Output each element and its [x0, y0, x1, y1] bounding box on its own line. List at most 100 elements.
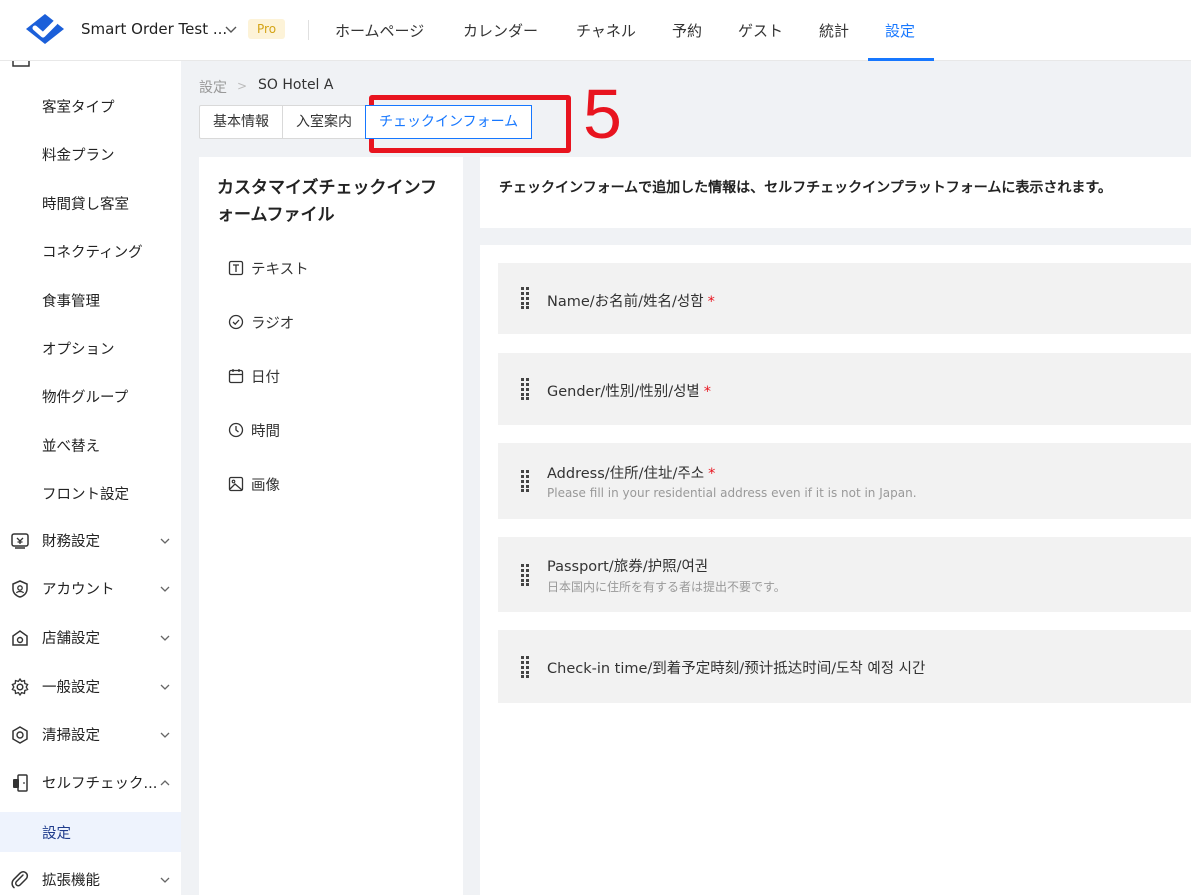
- form-field-checkin-time[interactable]: Check-in time/到着予定時刻/预计抵达时间/도착 예정 시간: [498, 630, 1191, 703]
- required-mark: *: [703, 384, 712, 400]
- nav-home[interactable]: ホームページ: [335, 20, 424, 41]
- sidebar-group-store[interactable]: 店舗設定: [0, 618, 181, 658]
- field-label: Check-in time/到着予定時刻/预计抵达时间/도착 예정 시간: [547, 661, 926, 677]
- sidebar-item-room-type[interactable]: 客室タイプ: [42, 96, 115, 117]
- paperclip-icon: [11, 871, 29, 889]
- breadcrumb-root[interactable]: 設定: [199, 77, 227, 97]
- pro-badge: Pro: [248, 19, 286, 39]
- palette-item-image[interactable]: 画像: [228, 473, 280, 495]
- chevron-down-icon: [160, 635, 170, 641]
- sidebar-group-general[interactable]: 一般設定: [0, 667, 181, 707]
- info-banner: チェックインフォームで追加した情報は、セルフチェックインプラットフォームに表示さ…: [480, 157, 1191, 228]
- settings-tabs: 基本情報 入室案内 チェックインフォーム: [199, 105, 533, 139]
- field-label: Passport/旅券/护照/여권: [547, 559, 709, 575]
- calendar-icon: [228, 369, 244, 384]
- nav-statistics[interactable]: 統計: [819, 20, 849, 41]
- sidebar-item-option[interactable]: オプション: [42, 338, 115, 359]
- app-logo-icon[interactable]: [24, 12, 66, 46]
- palette-item-date[interactable]: 日付: [228, 365, 280, 387]
- sidebar-item-hourly-room[interactable]: 時間貸し客室: [42, 193, 129, 214]
- drag-handle-icon[interactable]: [520, 470, 530, 492]
- sidebar-item-meal[interactable]: 食事管理: [42, 290, 100, 311]
- chevron-down-icon: [160, 877, 170, 883]
- nav-calendar[interactable]: カレンダー: [463, 20, 538, 41]
- field-description: 日本国内に住所を有する者は提出不要です。: [547, 580, 786, 594]
- sidebar-item-sort[interactable]: 並べ替え: [42, 435, 100, 456]
- self-checkin-icon: [13, 774, 28, 792]
- palette-item-time[interactable]: 時間: [228, 419, 280, 441]
- palette-item-radio[interactable]: ラジオ: [228, 311, 294, 333]
- sidebar-group-label: セルフチェック...: [42, 776, 158, 792]
- drag-handle-icon[interactable]: [520, 564, 530, 586]
- finance-icon: [11, 533, 29, 549]
- field-palette: カスタマイズチェックインフォームファイル テキスト ラジオ 日付 時間 画像: [199, 157, 463, 895]
- palette-item-text[interactable]: テキスト: [228, 257, 309, 279]
- tab-entry-guide[interactable]: 入室案内: [282, 105, 366, 139]
- form-field-gender[interactable]: Gender/性別/性别/성별 *: [498, 353, 1191, 425]
- sidebar-group-label: 一般設定: [42, 680, 100, 696]
- sidebar-item-rate-plan[interactable]: 料金プラン: [42, 144, 115, 165]
- field-description: Please fill in your residential address …: [547, 486, 917, 500]
- annotation-step-number: 5: [583, 75, 622, 153]
- sidebar: 客室タイプ 料金プラン 時間貸し客室 コネクティング 食事管理 オプション 物件…: [0, 61, 181, 895]
- palette-item-label: 画像: [251, 477, 280, 494]
- sidebar-group-account[interactable]: アカウント: [0, 569, 181, 609]
- sidebar-group-label: 清掃設定: [42, 728, 100, 744]
- nav-reservation[interactable]: 予約: [672, 20, 702, 41]
- header-divider: [308, 20, 309, 40]
- sidebar-group-label: アカウント: [42, 582, 115, 598]
- palette-item-label: ラジオ: [251, 315, 295, 332]
- sidebar-item-front-desk[interactable]: フロント設定: [42, 483, 129, 504]
- store-icon: [12, 630, 28, 646]
- required-mark: *: [708, 466, 716, 482]
- field-label: Name/お名前/姓名/성함 *: [547, 294, 715, 310]
- field-label: Gender/性別/性别/성별 *: [547, 384, 712, 400]
- sidebar-item-connecting[interactable]: コネクティング: [42, 241, 143, 262]
- radio-check-icon: [228, 314, 244, 330]
- sidebar-item-property-group[interactable]: 物件グループ: [42, 386, 128, 407]
- sidebar-group-self-checkin[interactable]: セルフチェック...: [0, 763, 181, 803]
- sidebar-group-finance[interactable]: 財務設定: [0, 521, 181, 561]
- palette-item-label: 日付: [251, 369, 280, 386]
- breadcrumb-current: SO Hotel A: [258, 77, 334, 93]
- tab-basic-info[interactable]: 基本情報: [199, 105, 283, 139]
- account-shield-icon: [12, 580, 28, 598]
- sidebar-item-label: 設定: [42, 826, 71, 842]
- palette-item-label: テキスト: [251, 261, 309, 278]
- breadcrumb-separator-icon: >: [237, 79, 248, 93]
- property-settings-icon: [12, 61, 30, 67]
- sidebar-group-label: 財務設定: [42, 534, 100, 550]
- chevron-down-icon: [160, 586, 170, 592]
- hotel-selector[interactable]: Smart Order Test ...: [81, 20, 227, 38]
- image-icon: [228, 476, 244, 492]
- sidebar-group-label: 拡張機能: [42, 873, 100, 889]
- palette-item-label: 時間: [251, 423, 280, 440]
- chevron-down-icon: [160, 732, 170, 738]
- tab-checkin-form[interactable]: チェックインフォーム: [365, 105, 533, 139]
- chevron-down-icon: [160, 684, 170, 690]
- text-icon: [228, 260, 244, 276]
- nav-channel[interactable]: チャネル: [576, 20, 636, 41]
- nav-settings[interactable]: 設定: [885, 20, 915, 41]
- sidebar-item-self-checkin-settings[interactable]: 設定: [0, 812, 181, 852]
- drag-handle-icon[interactable]: [520, 656, 530, 678]
- field-label: Address/住所/住址/주소 *: [547, 466, 716, 482]
- sidebar-group-cleaning[interactable]: 清掃設定: [0, 715, 181, 755]
- sidebar-group-label: 店舗設定: [42, 631, 100, 647]
- form-field-address[interactable]: Address/住所/住址/주소 * Please fill in your re…: [498, 443, 1191, 519]
- palette-title: カスタマイズチェックインフォームファイル: [217, 178, 437, 225]
- drag-handle-icon[interactable]: [520, 287, 530, 309]
- clock-icon: [228, 422, 244, 438]
- drag-handle-icon[interactable]: [520, 378, 530, 400]
- required-mark: *: [707, 294, 715, 310]
- form-field-name[interactable]: Name/お名前/姓名/성함 *: [498, 263, 1191, 334]
- form-field-passport[interactable]: Passport/旅券/护照/여권 日本国内に住所を有する者は提出不要です。: [498, 537, 1191, 612]
- gear-icon: [11, 677, 29, 697]
- nav-guest[interactable]: ゲスト: [738, 20, 783, 41]
- chevron-up-icon: [160, 780, 170, 786]
- chevron-down-icon[interactable]: [224, 22, 238, 36]
- sidebar-group-extensions[interactable]: 拡張機能: [0, 860, 181, 895]
- chevron-down-icon: [160, 538, 170, 544]
- cleaning-icon: [12, 726, 28, 744]
- top-header: Smart Order Test ... Pro ホームページ カレンダー チャ…: [0, 0, 1191, 61]
